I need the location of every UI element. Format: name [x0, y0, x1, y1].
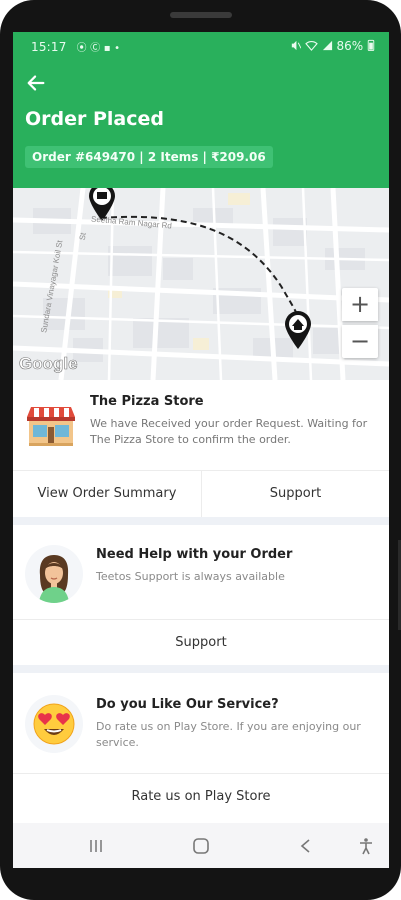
order-summary-badge: Order #649470 | 2 Items | ₹209.06 — [25, 146, 273, 168]
support-agent-avatar — [25, 545, 83, 603]
phone-speaker — [170, 12, 232, 18]
battery-icon — [367, 39, 375, 51]
store-actions: View Order Summary Support — [13, 471, 389, 517]
status-bar-right: 86% — [290, 39, 375, 53]
arrow-left-icon — [27, 75, 45, 91]
rate-service-card: Do you Like Our Service? Do rate us on P… — [13, 673, 389, 823]
recent-apps-button[interactable] — [71, 823, 121, 868]
home-icon — [193, 838, 209, 854]
status-time: 15:17 — [31, 40, 67, 54]
rate-on-play-store-button[interactable]: Rate us on Play Store — [13, 774, 389, 820]
store-status-card: The Pizza Store We have Received your or… — [13, 380, 389, 517]
back-nav-button[interactable] — [281, 823, 331, 868]
help-card: Need Help with your Order Teetos Support… — [13, 525, 389, 665]
store-support-button[interactable]: Support — [202, 471, 389, 517]
store-front-icon — [27, 407, 75, 446]
system-navigation-bar — [13, 823, 389, 868]
order-header: 15:17 ⦿ Ⓒ ▪ • 86% Order Placed Order #64… — [13, 32, 389, 188]
status-bar: 15:17 ⦿ Ⓒ ▪ • 86% — [13, 32, 389, 60]
app-screen: 15:17 ⦿ Ⓒ ▪ • 86% Order Placed Order #64… — [13, 32, 389, 868]
map-tiles — [13, 188, 389, 380]
accessibility-icon — [360, 838, 372, 855]
battery-percent: 86% — [336, 39, 364, 53]
store-name: The Pizza Store — [90, 394, 204, 409]
home-button[interactable] — [176, 823, 226, 868]
help-support-button[interactable]: Support — [13, 620, 389, 666]
delivery-map[interactable]: Seetha Ram Nagar Rd Sundara Vinayagar Ko… — [13, 188, 389, 380]
notification-icons: ⦿ Ⓒ ▪ • — [76, 43, 121, 54]
section-gap — [13, 517, 389, 525]
order-status-message: We have Received your order Request. Wai… — [90, 417, 368, 446]
zoom-out-button[interactable]: − — [342, 325, 378, 358]
home-pin-icon — [285, 311, 311, 349]
accessibility-button[interactable] — [341, 823, 389, 868]
zoom-in-button[interactable]: + — [342, 288, 378, 321]
service-subtitle: Do rate us on Play Store. If you are enj… — [96, 720, 361, 749]
service-title: Do you Like Our Service? — [96, 697, 279, 712]
phone-frame: 15:17 ⦿ Ⓒ ▪ • 86% Order Placed Order #64… — [0, 0, 401, 900]
zoom-in-label: + — [349, 290, 371, 318]
heart-eyes-emoji-icon — [33, 703, 75, 745]
view-order-summary-button[interactable]: View Order Summary — [13, 471, 201, 517]
recent-apps-icon — [90, 840, 102, 852]
support-agent-icon — [39, 555, 69, 603]
back-icon — [300, 839, 310, 853]
mute-icon — [291, 40, 302, 51]
google-logo: Google — [19, 354, 78, 374]
wifi-icon — [305, 41, 318, 51]
page-title: Order Placed — [25, 108, 165, 130]
help-subtitle: Teetos Support is always available — [96, 570, 285, 583]
signal-icon — [322, 40, 332, 51]
back-button[interactable] — [25, 72, 51, 98]
status-bar-left: 15:17 ⦿ Ⓒ ▪ • — [31, 39, 120, 54]
road-label: St — [77, 231, 88, 242]
emoji-avatar — [25, 695, 83, 753]
section-gap — [13, 665, 389, 673]
help-title: Need Help with your Order — [96, 547, 293, 562]
zoom-out-label: − — [349, 327, 371, 355]
